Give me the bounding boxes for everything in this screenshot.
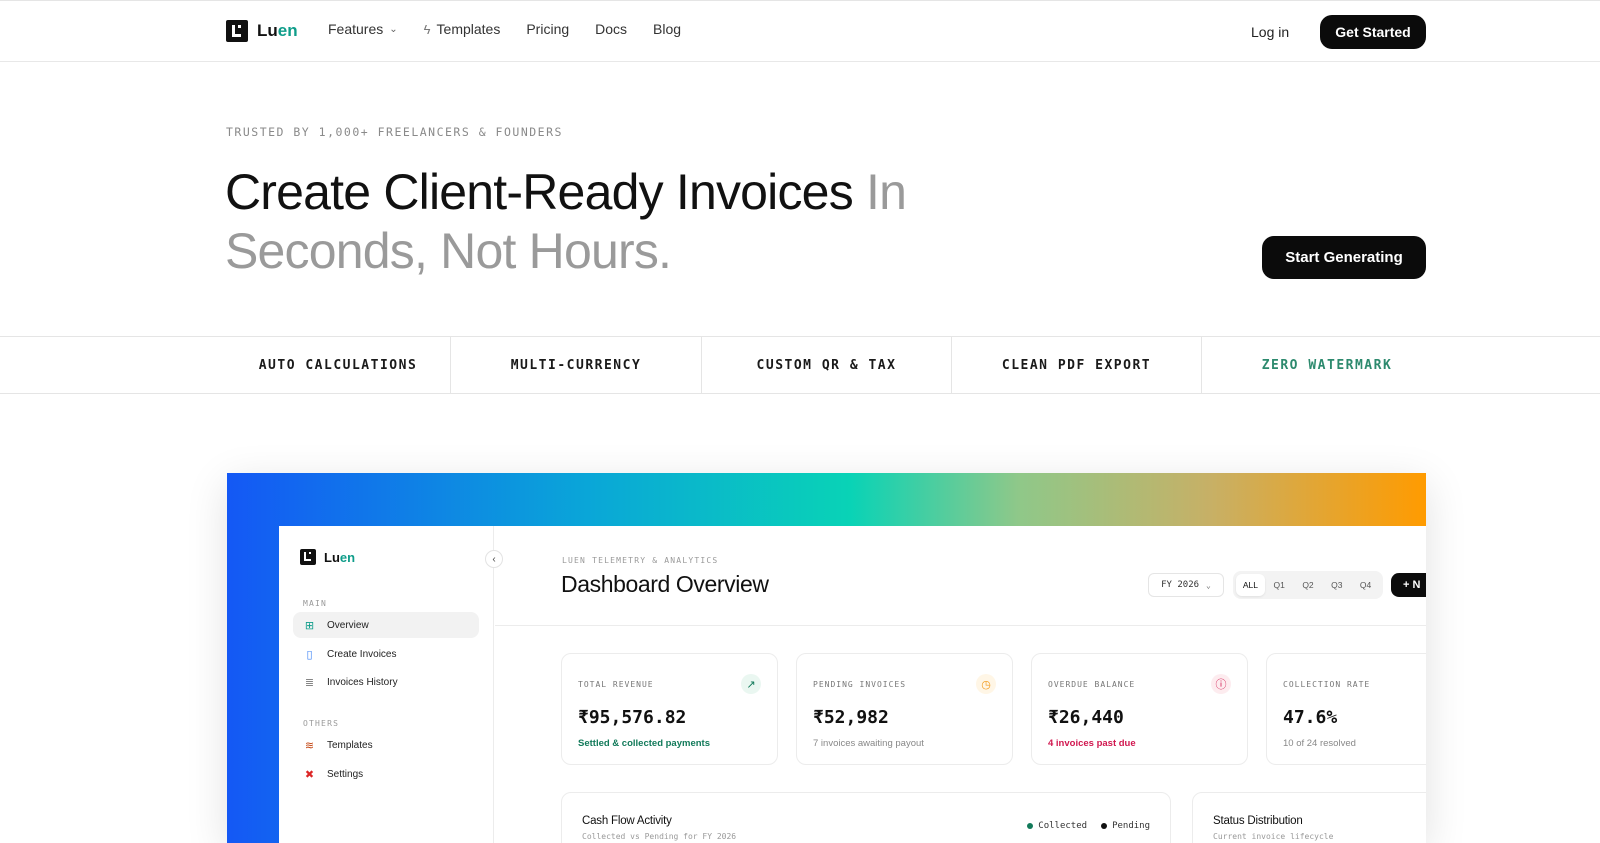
trend-up-icon: ↗: [741, 674, 761, 694]
dashboard-title: Dashboard Overview: [561, 571, 769, 597]
login-link[interactable]: Log in: [1251, 24, 1289, 40]
chevron-left-icon: ‹: [492, 553, 496, 565]
section-label-others: OTHERS: [303, 719, 340, 728]
sidebar-logo[interactable]: Luen: [300, 549, 355, 565]
dashboard-eyebrow: LUEN TELEMETRY & ANALYTICS: [562, 556, 719, 565]
collapse-sidebar-button[interactable]: ‹: [485, 550, 503, 568]
nav-templates[interactable]: ϟ Templates: [424, 21, 501, 37]
logo-mark-icon: [226, 20, 248, 42]
brand-name: Luen: [324, 549, 356, 565]
nav-docs[interactable]: Docs: [595, 21, 627, 37]
chevron-down-icon: ⌄: [1206, 580, 1211, 590]
card-collection-rate: COLLECTION RATE 47.6% 10 of 24 resolved: [1266, 653, 1426, 765]
layers-icon: ≋: [304, 739, 315, 752]
quarter-q4[interactable]: Q4: [1351, 574, 1380, 596]
sidebar-item-overview[interactable]: ⊞ Overview: [293, 612, 479, 638]
clock-icon: ◷: [976, 674, 996, 694]
header-divider: [495, 625, 1426, 626]
fiscal-year-select[interactable]: FY 2026 ⌄: [1148, 573, 1224, 597]
feature-auto-calculations: AUTO CALCULATIONS: [258, 357, 418, 373]
sidebar-item-templates[interactable]: ≋ Templates: [293, 732, 479, 758]
legend-pending[interactable]: Pending: [1101, 821, 1150, 831]
hero-title: Create Client-Ready Invoices In Seconds,…: [225, 164, 907, 279]
cash-flow-legend: Collected Pending: [1013, 821, 1150, 831]
brand-logo[interactable]: Luen: [226, 20, 298, 42]
list-document-icon: ≣: [304, 676, 315, 689]
nav-pricing[interactable]: Pricing: [526, 21, 569, 37]
quarter-filter: ALL Q1 Q2 Q3 Q4: [1233, 571, 1383, 599]
feature-custom-qr-tax: CUSTOM QR & TAX: [756, 357, 897, 373]
sidebar-item-create-invoices[interactable]: ▯ Create Invoices: [293, 641, 479, 667]
sidebar-item-settings[interactable]: ✖ Settings: [293, 761, 479, 787]
chevron-down-icon: ⌄: [389, 23, 398, 35]
dashboard-preview: Luen ‹ MAIN ⊞ Overview ▯ Create Invoices…: [227, 473, 1426, 843]
legend-collected[interactable]: Collected: [1027, 821, 1087, 831]
feature-zero-watermark: ZERO WATERMARK: [1261, 357, 1393, 373]
tools-icon: ✖: [304, 768, 315, 781]
feature-multi-currency: MULTI-CURRENCY: [510, 357, 642, 373]
section-label-main: MAIN: [303, 599, 328, 608]
quarter-q3[interactable]: Q3: [1322, 574, 1351, 596]
document-icon: ▯: [306, 648, 313, 661]
card-total-revenue: TOTAL REVENUE ↗ ₹95,576.82 Settled & col…: [561, 653, 778, 765]
nav-blog[interactable]: Blog: [653, 21, 681, 37]
brand-name: Luen: [257, 21, 298, 40]
card-pending-invoices: PENDING INVOICES ◷ ₹52,982 7 invoices aw…: [796, 653, 1013, 765]
start-generating-button[interactable]: Start Generating: [1262, 236, 1426, 279]
status-distribution-panel: Status Distribution Current invoice life…: [1192, 792, 1426, 843]
feature-clean-pdf-export: CLEAN PDF EXPORT: [1001, 357, 1152, 373]
logo-mark-icon: [300, 549, 316, 565]
get-started-button[interactable]: Get Started: [1320, 15, 1426, 49]
nav-links: Features ⌄ ϟ Templates Pricing Docs Blog: [328, 21, 707, 37]
dashboard-sidebar: Luen ‹ MAIN ⊞ Overview ▯ Create Invoices…: [279, 526, 503, 843]
grid-icon: ⊞: [304, 619, 315, 632]
quarter-q2[interactable]: Q2: [1294, 574, 1323, 596]
feature-strip: AUTO CALCULATIONS MULTI-CURRENCY CUSTOM …: [0, 336, 1600, 394]
sidebar-item-invoices-history[interactable]: ≣ Invoices History: [293, 669, 479, 695]
dashboard-app: Luen ‹ MAIN ⊞ Overview ▯ Create Invoices…: [279, 526, 1426, 843]
hero-eyebrow: TRUSTED BY 1,000+ FREELANCERS & FOUNDERS: [226, 125, 563, 139]
quarter-q1[interactable]: Q1: [1265, 574, 1294, 596]
lightning-icon: ϟ: [423, 21, 431, 37]
cash-flow-panel: Cash Flow Activity Collected vs Pending …: [561, 792, 1171, 843]
new-invoice-button[interactable]: + N: [1391, 573, 1426, 597]
card-overdue-balance: OVERDUE BALANCE ⓘ ₹26,440 4 invoices pas…: [1031, 653, 1248, 765]
top-nav: Luen Features ⌄ ϟ Templates Pricing Docs B…: [0, 1, 1600, 62]
quarter-all[interactable]: ALL: [1236, 574, 1265, 596]
nav-features[interactable]: Features ⌄: [328, 21, 398, 37]
alert-icon: ⓘ: [1211, 674, 1231, 694]
